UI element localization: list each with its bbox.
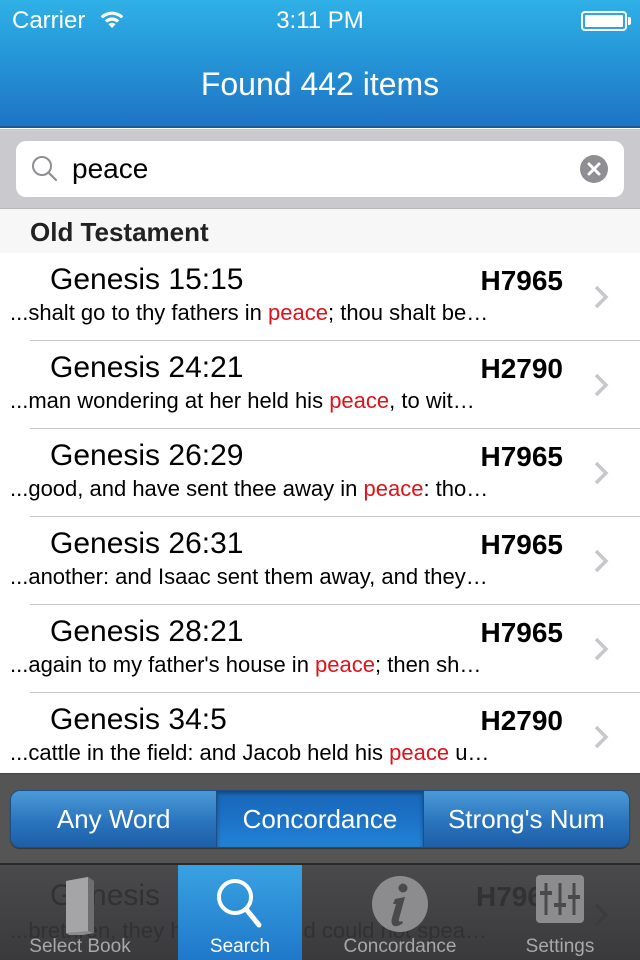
snippet-before: ...again to my father's house in <box>10 652 316 677</box>
verse-reference: Genesis 26:29 <box>50 439 244 472</box>
result-row[interactable]: Genesis 34:5 H2790 ...cattle in the fiel… <box>0 693 640 781</box>
chevron-right-icon <box>594 461 609 485</box>
battery-icon <box>581 11 627 31</box>
strongs-number: H7965 <box>480 617 563 648</box>
tab-bar: Genesis H7965 ...brethren, they hated hi… <box>0 863 640 960</box>
results-list: Genesis 15:15 H7965 ...shalt go to thy f… <box>0 253 640 781</box>
snippet-before: ...another: and Isaac sent them away, an… <box>10 564 488 589</box>
strongs-number: H2790 <box>480 705 563 736</box>
verse-reference: Genesis 34:5 <box>50 703 227 736</box>
segment-any-word[interactable]: Any Word <box>11 791 218 847</box>
snippet-match: peace <box>363 476 424 501</box>
section-header: Old Testament <box>0 209 640 253</box>
tab-select-book[interactable]: Select Book <box>18 865 142 960</box>
book-icon <box>66 877 94 935</box>
snippet-match: peace <box>329 388 390 413</box>
info-icon <box>372 876 428 932</box>
tab-label: Search <box>209 936 271 957</box>
chevron-right-icon <box>594 373 609 397</box>
verse-snippet: ...shalt go to thy fathers in peace; tho… <box>10 300 488 326</box>
segment-strongs-num[interactable]: Strong's Num <box>423 791 629 847</box>
status-time: 3:11 PM <box>276 7 364 34</box>
search-bar: peace <box>0 129 640 209</box>
tab-settings[interactable]: Settings <box>498 865 622 960</box>
tab-label: Select Book <box>29 936 131 957</box>
search-mode-control: Any Word Concordance Strong's Num <box>10 790 630 848</box>
search-icon <box>32 156 58 182</box>
sliders-icon <box>536 875 584 923</box>
snippet-after: u… <box>449 740 490 765</box>
verse-reference: Genesis 26:31 <box>50 527 244 560</box>
snippet-after: : tho… <box>423 476 489 501</box>
verse-snippet: ...man wondering at her held his peace, … <box>10 388 475 414</box>
section-title: Old Testament <box>30 217 209 247</box>
search-icon <box>217 879 262 928</box>
verse-snippet: ...another: and Isaac sent them away, an… <box>10 564 488 590</box>
result-row[interactable]: Genesis 28:21 H7965 ...again to my fathe… <box>0 605 640 693</box>
snippet-match: peace <box>315 652 375 677</box>
status-bar: Carrier 3:11 PM <box>0 0 640 40</box>
strongs-number: H7965 <box>480 529 563 560</box>
chevron-right-icon <box>594 637 609 661</box>
snippet-before: ...shalt go to thy fathers in <box>10 300 269 325</box>
page-title: Found 442 items <box>200 66 440 102</box>
chevron-right-icon <box>594 725 609 749</box>
result-row[interactable]: Genesis 15:15 H7965 ...shalt go to thy f… <box>0 253 640 341</box>
clear-search-button[interactable] <box>580 155 608 183</box>
verse-reference: Genesis 28:21 <box>50 615 244 648</box>
snippet-before: ...man wondering at her held his <box>10 388 330 413</box>
snippet-match: peace <box>268 300 328 325</box>
battery-tip <box>628 17 631 25</box>
verse-reference: Genesis 24:21 <box>50 351 244 384</box>
search-query[interactable]: peace <box>72 153 148 185</box>
navigation-header: Carrier 3:11 PM Found 442 items <box>0 0 640 128</box>
search-input[interactable]: peace <box>16 141 624 197</box>
tab-concordance[interactable]: Concordance <box>338 865 462 960</box>
snippet-after: ; thou shalt be… <box>327 300 489 325</box>
result-row[interactable]: Genesis 26:29 H7965 ...good, and have se… <box>0 429 640 517</box>
verse-snippet: ...good, and have sent thee away in peac… <box>10 476 488 502</box>
verse-reference: Genesis 15:15 <box>50 263 244 296</box>
tab-label: Concordance <box>343 936 457 957</box>
snippet-before: ...cattle in the field: and Jacob held h… <box>10 740 390 765</box>
snippet-after: , to wit… <box>389 388 475 413</box>
snippet-before: ...good, and have sent thee away in <box>10 476 364 501</box>
tab-search[interactable]: Search <box>178 865 302 960</box>
search-mode-bar: Any Word Concordance Strong's Num <box>0 773 640 863</box>
result-row[interactable]: Genesis 24:21 H2790 ...man wondering at … <box>0 341 640 429</box>
strongs-number: H7965 <box>480 441 563 472</box>
verse-snippet: ...cattle in the field: and Jacob held h… <box>10 740 489 766</box>
segment-concordance[interactable]: Concordance <box>217 791 424 847</box>
snippet-match: peace <box>389 740 450 765</box>
strongs-number: H7965 <box>480 265 563 296</box>
chevron-right-icon <box>594 285 609 309</box>
result-row[interactable]: Genesis 26:31 H7965 ...another: and Isaa… <box>0 517 640 605</box>
chevron-right-icon <box>594 549 609 573</box>
strongs-number: H2790 <box>480 353 563 384</box>
tab-label: Settings <box>525 936 595 957</box>
clear-icon <box>587 162 601 176</box>
verse-snippet: ...again to my father's house in peace; … <box>10 652 481 678</box>
snippet-after: ; then sh… <box>375 652 482 677</box>
